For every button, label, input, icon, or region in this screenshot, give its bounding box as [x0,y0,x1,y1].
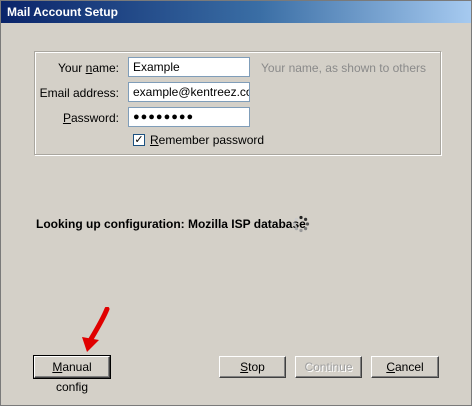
name-label: Your name: [58,61,119,75]
password-label: Password: [62,111,119,125]
email-label: Email address: [39,86,119,100]
email-input[interactable]: example@kentreez.com [128,82,250,102]
window-titlebar[interactable]: Mail Account Setup [1,1,471,23]
name-input[interactable]: Example [128,57,250,77]
cancel-button[interactable]: Cancel [371,356,439,378]
remember-password-label[interactable]: Remember password [150,133,264,147]
window-title: Mail Account Setup [7,5,118,19]
lookup-status-text: Looking up configuration: Mozilla ISP da… [36,217,306,231]
red-arrow-annotation-icon [82,307,110,352]
continue-button[interactable]: Continue [295,356,362,378]
manual-config-button[interactable]: Manual config [33,355,111,394]
password-input[interactable]: ●●●●●●●● [128,107,250,127]
name-hint: Your name, as shown to others [261,61,426,75]
loading-spinner-icon [292,215,310,233]
remember-password-checkbox[interactable]: ✓ [133,134,145,146]
mail-account-setup-window: Mail Account Setup Your name: Example Yo… [0,0,472,406]
stop-button[interactable]: Stop [219,356,286,378]
